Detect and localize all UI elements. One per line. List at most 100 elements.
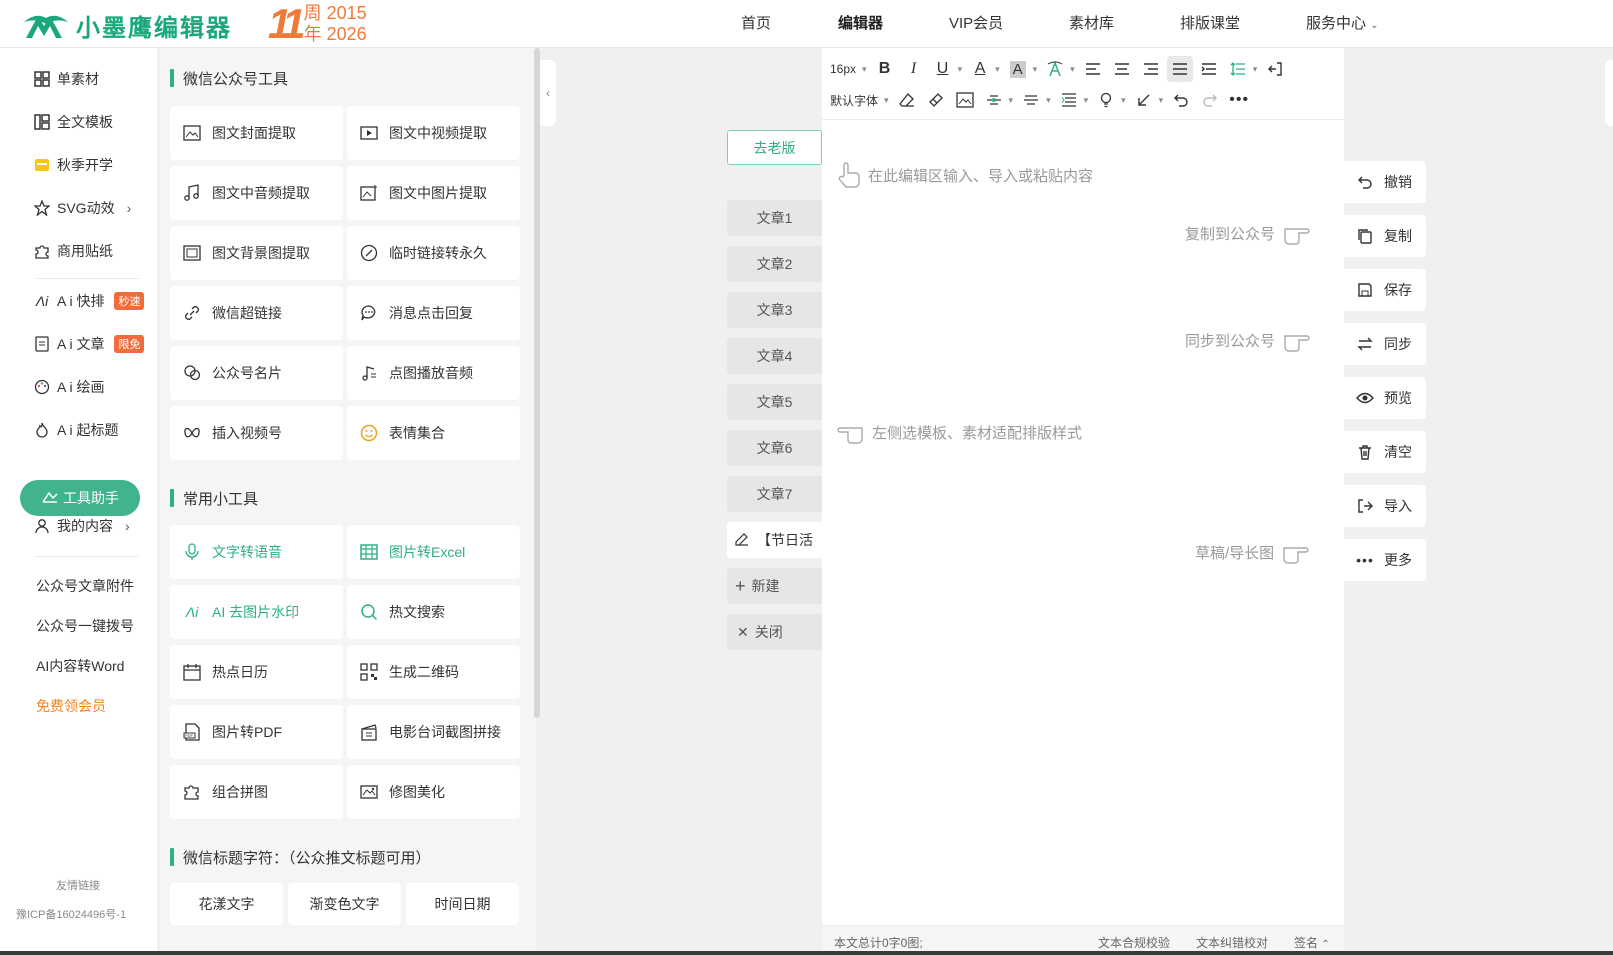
tool-emoji-set[interactable]: 表情集合 bbox=[347, 406, 520, 460]
sidebar-item-my-content[interactable]: 我的内容 › bbox=[33, 515, 130, 537]
align-center-button[interactable] bbox=[1109, 56, 1135, 82]
arrow-button[interactable] bbox=[1131, 87, 1157, 113]
tools-scrollbar[interactable] bbox=[534, 48, 540, 718]
italic-button[interactable]: I bbox=[901, 56, 927, 82]
undo-action-button[interactable]: 撤销 bbox=[1344, 161, 1426, 203]
align-right-button[interactable] bbox=[1138, 56, 1164, 82]
divider-button[interactable] bbox=[981, 87, 1007, 113]
link-free-vip[interactable]: 免费领会员 bbox=[36, 696, 106, 716]
tool-click-reply[interactable]: 消息点击回复 bbox=[347, 286, 520, 340]
article-tab-4[interactable]: 文章4 bbox=[727, 338, 822, 374]
tool-image-to-excel[interactable]: 图片转Excel bbox=[347, 525, 520, 579]
tool-gradient-text[interactable]: 渐变色文字 bbox=[288, 883, 401, 925]
tool-image-extract[interactable]: 图文中图片提取 bbox=[347, 166, 520, 220]
sidebar-item-full-template[interactable]: 全文模板 bbox=[33, 111, 113, 133]
compliance-check-link[interactable]: 文本合规校验 bbox=[1098, 934, 1170, 951]
old-version-button[interactable]: 去老版 bbox=[727, 130, 822, 165]
tool-hot-calendar[interactable]: 热点日历 bbox=[170, 645, 343, 699]
indent-button[interactable] bbox=[1196, 56, 1222, 82]
clear-action-button[interactable]: 清空 bbox=[1344, 431, 1426, 473]
text-effect-button[interactable] bbox=[1042, 56, 1068, 82]
sidebar-item-ai-draw[interactable]: A i 绘画 bbox=[33, 376, 104, 398]
tool-audio-extract[interactable]: 图文中音频提取 bbox=[170, 166, 343, 220]
insert-image-button[interactable] bbox=[952, 87, 978, 113]
icp-record[interactable]: 豫ICP备16024496号-1 bbox=[16, 906, 126, 922]
friend-links[interactable]: 友情链接 bbox=[56, 877, 100, 893]
sidebar-item-stickers[interactable]: 商用贴纸 bbox=[33, 240, 113, 262]
tool-helper-button[interactable]: 工具助手 bbox=[20, 480, 140, 516]
tool-hot-search[interactable]: 热文搜索 bbox=[347, 585, 520, 639]
save-action-button[interactable]: 保存 bbox=[1344, 269, 1426, 311]
signature-button[interactable]: 签名 ⌃ bbox=[1294, 934, 1330, 951]
paragraph-spacing-button[interactable] bbox=[1056, 87, 1082, 113]
tool-account-card[interactable]: 公众号名片 bbox=[170, 346, 343, 400]
font-family-select[interactable]: 默认字体 ▾ bbox=[830, 87, 891, 113]
link-ai-to-word[interactable]: AI内容转Word bbox=[36, 656, 124, 676]
tip-button[interactable] bbox=[1093, 87, 1119, 113]
background-color-button[interactable]: A bbox=[1005, 56, 1031, 82]
nav-service[interactable]: 服务中心 ⌄ bbox=[1306, 0, 1379, 48]
sidebar-item-svg[interactable]: SVG动效 › bbox=[33, 197, 131, 219]
sidebar-item-ai-title[interactable]: A i 起标题 bbox=[33, 419, 118, 441]
tool-qrcode[interactable]: 生成二维码 bbox=[347, 645, 520, 699]
import-action-button[interactable]: 导入 bbox=[1344, 485, 1426, 527]
font-size-select[interactable]: 16px ▾ bbox=[830, 56, 869, 82]
tool-floral-text[interactable]: 花漾文字 bbox=[170, 883, 283, 925]
tool-photo-edit[interactable]: 修图美化 bbox=[347, 765, 520, 819]
redo-button[interactable] bbox=[1197, 87, 1223, 113]
nav-home[interactable]: 首页 bbox=[741, 0, 771, 48]
sidebar-item-single-material[interactable]: 单素材 bbox=[33, 68, 99, 90]
collapse-panel-button[interactable]: ‹ bbox=[540, 60, 556, 126]
tool-video-extract[interactable]: 图文中视频提取 bbox=[347, 106, 520, 160]
tool-text-to-speech[interactable]: 文字转语音 bbox=[170, 525, 343, 579]
link-one-click-dial[interactable]: 公众号一键拨号 bbox=[36, 616, 134, 636]
more-action-button[interactable]: ••• 更多 bbox=[1344, 539, 1426, 581]
sidebar-item-autumn-school[interactable]: 秋季开学 bbox=[33, 154, 113, 176]
nav-vip[interactable]: VIP会员 bbox=[949, 0, 1003, 48]
strikethrough-button[interactable] bbox=[1018, 87, 1044, 113]
preview-action-button[interactable]: 预览 bbox=[1344, 377, 1426, 419]
exit-button[interactable] bbox=[1262, 56, 1288, 82]
tool-ai-remove-watermark[interactable]: Λi AI 去图片水印 bbox=[170, 585, 343, 639]
right-panel-tab[interactable] bbox=[1605, 60, 1613, 126]
line-height-button[interactable] bbox=[1225, 56, 1251, 82]
font-color-button[interactable]: A bbox=[967, 56, 993, 82]
logo[interactable]: 小墨鹰编辑器 bbox=[22, 8, 232, 43]
format-brush-button[interactable] bbox=[923, 87, 949, 113]
article-tab-active[interactable]: 【节日活 bbox=[727, 522, 822, 558]
new-article-button[interactable]: + 新建 bbox=[727, 568, 822, 604]
article-tab-3[interactable]: 文章3 bbox=[727, 292, 822, 328]
tool-click-play-audio[interactable]: 点图播放音频 bbox=[347, 346, 520, 400]
tool-link-permanent[interactable]: 临时链接转永久 bbox=[347, 226, 520, 280]
article-tab-7[interactable]: 文章7 bbox=[727, 476, 822, 512]
align-justify-button[interactable] bbox=[1166, 56, 1193, 82]
tool-movie-subtitle[interactable]: 电影台词截图拼接 bbox=[347, 705, 520, 759]
eraser-button[interactable] bbox=[894, 87, 920, 113]
copy-action-button[interactable]: 复制 bbox=[1344, 215, 1426, 257]
article-tab-5[interactable]: 文章5 bbox=[727, 384, 822, 420]
link-article-attachment[interactable]: 公众号文章附件 bbox=[36, 576, 134, 596]
more-toolbar-button[interactable]: ••• bbox=[1226, 87, 1252, 113]
tool-cover-extract[interactable]: 图文封面提取 bbox=[170, 106, 343, 160]
tool-image-to-pdf[interactable]: PDF 图片转PDF bbox=[170, 705, 343, 759]
underline-button[interactable]: U bbox=[930, 56, 956, 82]
close-article-button[interactable]: ✕ 关闭 bbox=[727, 614, 822, 650]
article-tab-2[interactable]: 文章2 bbox=[727, 246, 822, 282]
tool-date-time[interactable]: 时间日期 bbox=[406, 883, 519, 925]
align-left-button[interactable] bbox=[1080, 56, 1106, 82]
nav-materials[interactable]: 素材库 bbox=[1069, 0, 1114, 48]
tool-bg-extract[interactable]: 图文背景图提取 bbox=[170, 226, 343, 280]
sync-action-button[interactable]: 同步 bbox=[1344, 323, 1426, 365]
article-tab-1[interactable]: 文章1 bbox=[727, 200, 822, 236]
proofread-link[interactable]: 文本纠错校对 bbox=[1196, 934, 1268, 951]
sidebar-item-ai-article[interactable]: A i 文章 限免 bbox=[33, 333, 145, 355]
bold-button[interactable]: B bbox=[872, 56, 898, 82]
tool-wechat-hyperlink[interactable]: 微信超链接 bbox=[170, 286, 343, 340]
tool-collage[interactable]: 组合拼图 bbox=[170, 765, 343, 819]
nav-course[interactable]: 排版课堂 bbox=[1180, 0, 1240, 48]
undo-button[interactable] bbox=[1168, 87, 1194, 113]
article-tab-6[interactable]: 文章6 bbox=[727, 430, 822, 466]
tool-insert-channel[interactable]: 插入视频号 bbox=[170, 406, 343, 460]
sidebar-item-ai-layout[interactable]: Λi A i 快排 秒速 bbox=[33, 290, 145, 312]
nav-editor[interactable]: 编辑器 bbox=[838, 0, 883, 48]
